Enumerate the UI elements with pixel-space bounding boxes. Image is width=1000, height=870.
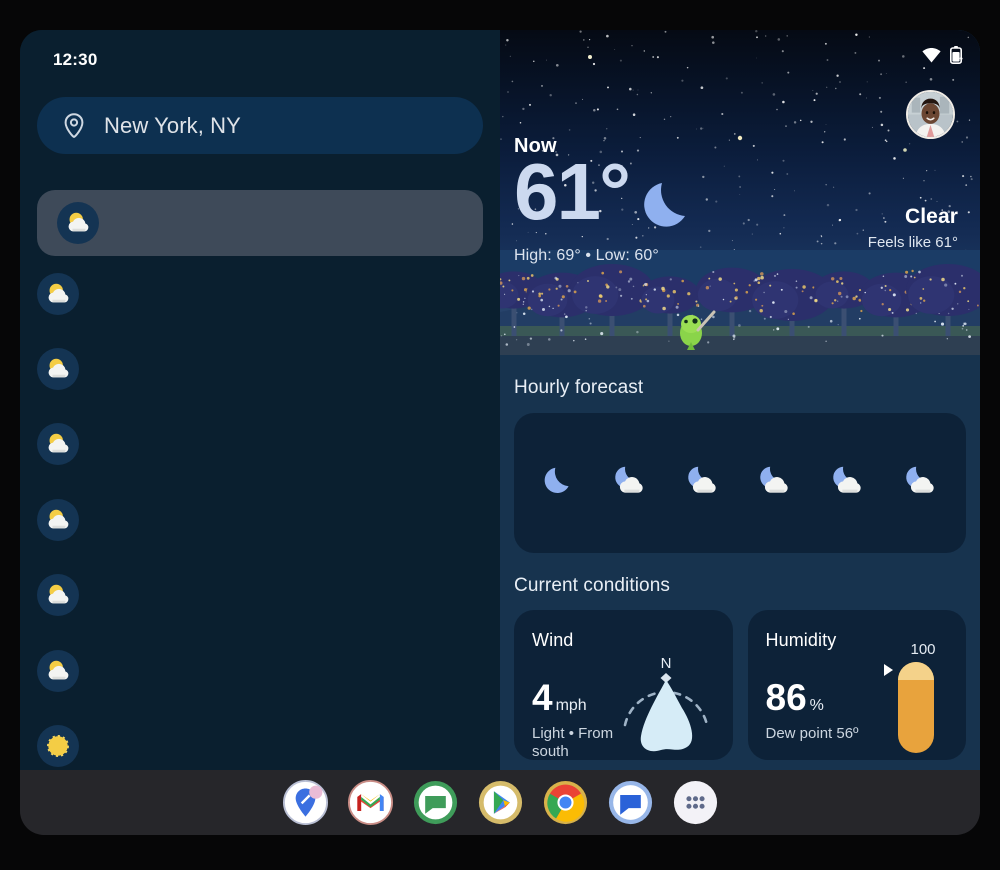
- dock-app-maps[interactable]: [282, 780, 328, 825]
- daily-forecast-list[interactable]: [20, 190, 500, 770]
- dock-app-chat[interactable]: [608, 780, 653, 825]
- moon-cloud-icon: [613, 463, 649, 504]
- partly-cloudy-icon: [37, 574, 79, 617]
- sunny-icon: [37, 725, 79, 768]
- hourly-forecast-title: Hourly forecast: [514, 377, 644, 398]
- dock-app-play-store[interactable]: [478, 780, 523, 825]
- dock-app-messages[interactable]: [413, 780, 458, 825]
- humidity-gauge-max: 100: [910, 641, 935, 658]
- hourly-forecast-item[interactable]: [885, 449, 958, 518]
- dock-app-gmail[interactable]: [347, 780, 393, 825]
- status-bar-clock: 12:30: [53, 50, 98, 69]
- wind-speed-unit: mph: [555, 697, 587, 714]
- forecast-row[interactable]: [20, 331, 500, 406]
- hourly-forecast-card[interactable]: [514, 413, 966, 553]
- current-weather-hero: Now 61° High: 69° • Low: 60° Clear Feels…: [500, 30, 980, 355]
- location-search-value: New York, NY: [104, 112, 241, 138]
- google-messages-icon: [413, 780, 458, 829]
- wind-compass-icon: N: [611, 650, 721, 760]
- location-pin-icon: [63, 112, 85, 139]
- forecast-row[interactable]: [20, 558, 500, 633]
- hourly-forecast-item[interactable]: [813, 449, 886, 518]
- current-temperature: 61°: [514, 147, 631, 236]
- forecast-row[interactable]: [20, 407, 500, 482]
- app-dock: [20, 770, 980, 835]
- chrome-icon: [543, 780, 588, 829]
- moon-cloud-icon: [831, 463, 867, 504]
- moon-cloud-icon: [904, 463, 940, 504]
- device-screen: 12:30 New York, NY Now 61° High: 69° • L…: [20, 30, 980, 770]
- wind-card-title: Wind: [532, 630, 574, 650]
- forecast-row[interactable]: [20, 708, 500, 770]
- forecast-row[interactable]: [20, 256, 500, 331]
- gmail-icon: [347, 780, 393, 829]
- condition-summary: Clear Feels like 61°: [868, 205, 958, 251]
- partly-cloudy-icon: [37, 498, 79, 541]
- device-frame: 12:30 New York, NY Now 61° High: 69° • L…: [0, 0, 1000, 870]
- google-maps-icon: [282, 780, 328, 829]
- humidity-value: 86: [765, 677, 807, 718]
- partly-cloudy-icon: [57, 202, 99, 244]
- status-bar-icons: [922, 46, 962, 69]
- weather-condition-label: Clear: [904, 205, 958, 228]
- forecast-row[interactable]: [37, 190, 483, 256]
- humidity-card[interactable]: Humidity 86 % Dew point 56º 100: [747, 610, 966, 760]
- forecast-row[interactable]: [20, 633, 500, 708]
- partly-cloudy-icon: [37, 423, 79, 466]
- hourly-forecast-item[interactable]: [667, 449, 740, 518]
- partly-cloudy-icon: [37, 272, 79, 315]
- moon-cloud-icon: [758, 463, 794, 504]
- humidity-unit: %: [809, 697, 824, 714]
- hourly-forecast-item[interactable]: [522, 449, 595, 518]
- partly-cloudy-icon: [37, 649, 79, 692]
- wind-speed-value: 4: [532, 677, 553, 718]
- forecast-row[interactable]: [20, 482, 500, 557]
- hourly-forecast-item[interactable]: [740, 449, 813, 518]
- wifi-icon: [922, 47, 941, 68]
- dock-app-chrome[interactable]: [543, 780, 588, 825]
- weather-detail-panel: Now 61° High: 69° • Low: 60° Clear Feels…: [500, 30, 980, 770]
- compass-north-label: N: [660, 655, 671, 672]
- partly-cloudy-icon: [37, 348, 79, 391]
- dock-app-app-drawer[interactable]: [673, 780, 718, 825]
- battery-icon: [950, 46, 962, 69]
- location-search-bar[interactable]: New York, NY: [37, 97, 483, 154]
- play-store-icon: [478, 780, 523, 829]
- humidity-gauge-icon: 100: [878, 638, 940, 758]
- hourly-forecast-item[interactable]: [595, 449, 668, 518]
- high-low-temperature: High: 69° • Low: 60°: [514, 247, 659, 264]
- weather-sidebar: 12:30 New York, NY: [20, 30, 500, 770]
- user-avatar[interactable]: [906, 90, 955, 139]
- current-conditions-title: Current conditions: [514, 575, 670, 596]
- app-drawer-icon: [673, 780, 718, 829]
- night-landscape-illustration: [500, 250, 980, 355]
- dew-point: Dew point 56º: [765, 725, 859, 742]
- current-conditions-cards: Wind 4 mph Light • From south N Humidity…: [514, 610, 966, 760]
- feels-like-temperature: Feels like 61°: [867, 234, 958, 251]
- wind-card[interactable]: Wind 4 mph Light • From south N: [514, 610, 733, 760]
- crescent-moon-icon: [540, 463, 576, 504]
- crescent-moon-icon: [635, 174, 699, 243]
- chat-bubble-icon: [608, 780, 653, 829]
- current-temperature-block: Now 61° High: 69° • Low: 60°: [514, 135, 699, 265]
- moon-cloud-icon: [686, 463, 722, 504]
